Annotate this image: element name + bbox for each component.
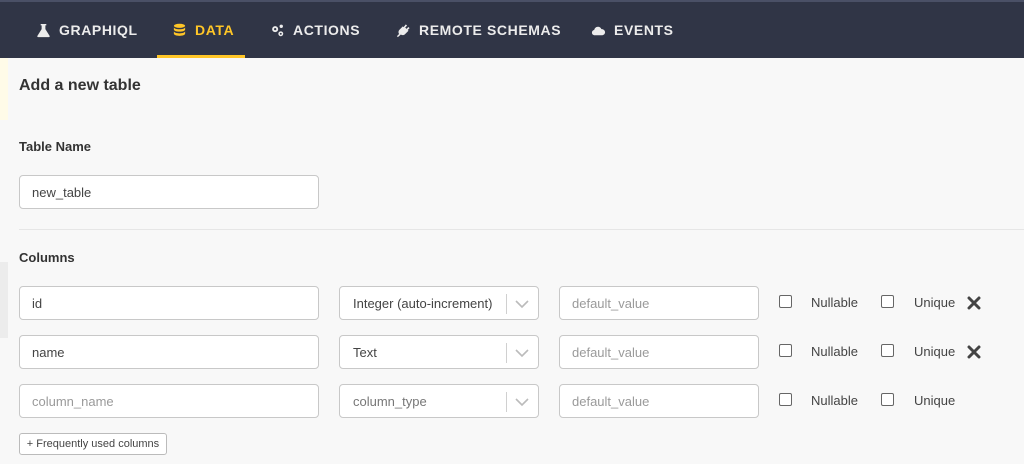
nav-tab-remote-schemas[interactable]: REMOTE SCHEMAS xyxy=(396,2,561,58)
column-name-input[interactable]: column_name xyxy=(19,384,319,418)
column-type-value: Integer (auto-increment) xyxy=(353,295,493,311)
table-name-label: Table Name xyxy=(19,139,92,154)
column-type-placeholder: column_type xyxy=(353,393,427,409)
chevron-down-icon[interactable] xyxy=(515,397,529,407)
flask-icon xyxy=(37,23,50,37)
default-value-input[interactable]: default_value xyxy=(559,384,759,418)
nav-tab-events[interactable]: EVENTS xyxy=(591,2,674,58)
left-accent-strip xyxy=(0,58,8,120)
nullable-checkbox[interactable] xyxy=(779,344,792,357)
column-type-select[interactable]: Text xyxy=(339,335,539,369)
page-title: Add a new table xyxy=(19,77,141,94)
column-name-input[interactable]: name xyxy=(19,335,319,369)
chevron-down-icon[interactable] xyxy=(515,348,529,358)
nullable-label: Nullable xyxy=(811,344,858,359)
column-type-select[interactable]: Integer (auto-increment) xyxy=(339,286,539,320)
nullable-label: Nullable xyxy=(811,295,858,310)
left-accent-strip xyxy=(0,262,8,338)
column-type-select[interactable]: column_type xyxy=(339,384,539,418)
nullable-label: Nullable xyxy=(811,393,858,408)
remove-column-icon[interactable] xyxy=(967,296,981,310)
nullable-checkbox[interactable] xyxy=(779,295,792,308)
chevron-down-icon[interactable] xyxy=(515,299,529,309)
plug-icon xyxy=(396,23,410,37)
nav-tab-label: DATA xyxy=(195,22,235,38)
gears-icon xyxy=(272,24,284,36)
unique-checkbox[interactable] xyxy=(881,295,894,308)
nav-tab-label: EVENTS xyxy=(614,22,674,38)
select-separator xyxy=(506,294,507,314)
unique-label: Unique xyxy=(914,393,956,408)
select-separator xyxy=(506,343,507,363)
nav-tab-actions[interactable]: ACTIONS xyxy=(270,2,360,58)
column-name-input[interactable]: id xyxy=(19,286,319,320)
nav-tab-label: GRAPHIQL xyxy=(59,22,138,38)
table-name-input[interactable]: new_table xyxy=(19,175,319,209)
column-type-value: Text xyxy=(353,344,377,360)
select-separator xyxy=(506,392,507,412)
top-navbar: GRAPHIQL DATA ACTIONS REMOTE SCHEMAS EVE… xyxy=(0,0,1024,58)
cloud-icon xyxy=(591,26,606,35)
nullable-checkbox[interactable] xyxy=(779,393,792,406)
section-divider xyxy=(19,229,1024,230)
unique-label: Unique xyxy=(914,344,956,359)
frequently-used-columns-button[interactable]: + Frequently used columns xyxy=(19,433,167,455)
columns-label: Columns xyxy=(19,250,75,265)
database-icon xyxy=(173,23,186,36)
nav-tab-graphiql[interactable]: GRAPHIQL xyxy=(36,2,138,58)
default-value-input[interactable]: default_value xyxy=(559,335,759,369)
unique-checkbox[interactable] xyxy=(881,393,894,406)
nav-tab-data[interactable]: DATA xyxy=(156,2,246,58)
remove-column-icon[interactable] xyxy=(967,345,981,359)
default-value-input[interactable]: default_value xyxy=(559,286,759,320)
unique-checkbox[interactable] xyxy=(881,344,894,357)
nav-tab-label: REMOTE SCHEMAS xyxy=(419,22,562,38)
unique-label: Unique xyxy=(914,295,956,310)
nav-tab-label: ACTIONS xyxy=(293,22,361,38)
